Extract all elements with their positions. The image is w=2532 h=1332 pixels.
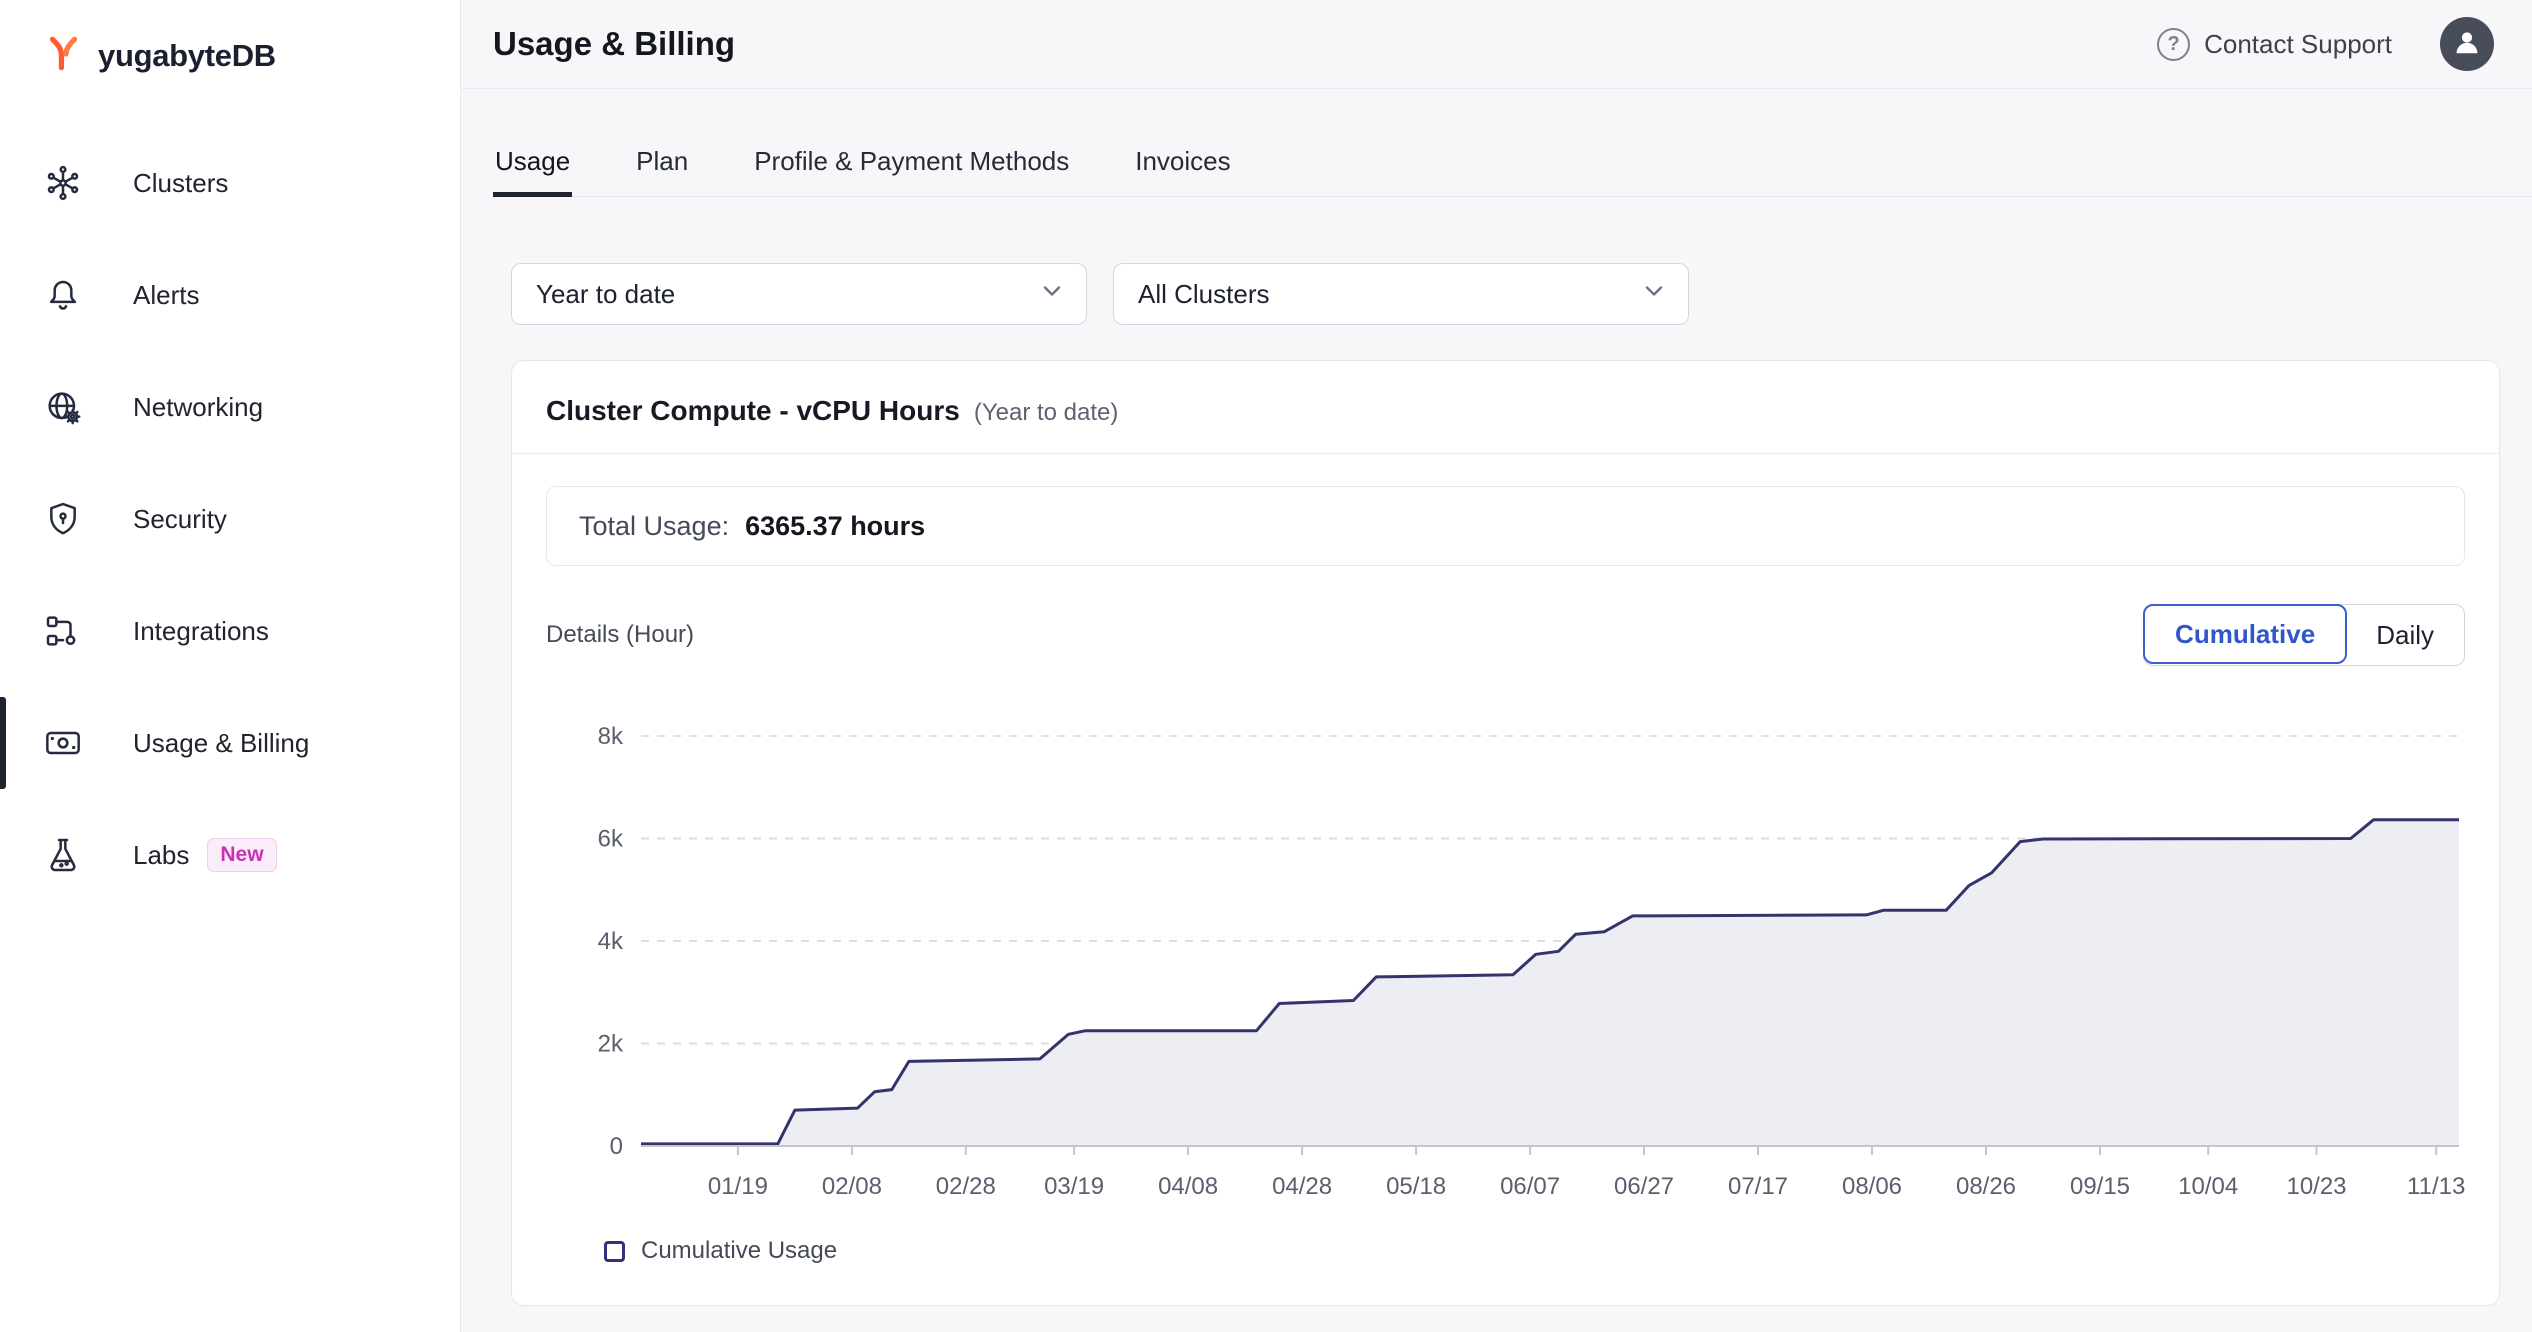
- clusters-icon: [43, 163, 83, 203]
- usage-card: Cluster Compute - vCPU Hours (Year to da…: [511, 360, 2500, 1306]
- user-avatar[interactable]: [2440, 17, 2494, 71]
- svg-text:10/23: 10/23: [2286, 1173, 2346, 1200]
- chart-legend: Cumulative Usage: [546, 1237, 2465, 1265]
- sidebar-item-labs[interactable]: Labs New: [0, 799, 460, 911]
- daily-toggle-button[interactable]: Daily: [2346, 605, 2464, 665]
- sidebar-item-label: Networking: [133, 392, 263, 423]
- sidebar-item-label: Security: [133, 504, 227, 535]
- svg-text:02/28: 02/28: [936, 1173, 996, 1200]
- svg-text:07/17: 07/17: [1728, 1173, 1788, 1200]
- security-icon: [43, 499, 83, 539]
- svg-text:0: 0: [610, 1133, 623, 1160]
- svg-text:6k: 6k: [598, 826, 624, 853]
- date-range-select[interactable]: Year to date: [511, 263, 1087, 325]
- sidebar-item-label: Usage & Billing: [133, 728, 309, 759]
- sidebar-item-alerts[interactable]: Alerts: [0, 239, 460, 351]
- sidebar-item-label: Labs: [133, 840, 189, 871]
- date-range-value: Year to date: [536, 279, 675, 310]
- billing-tabs: Usage Plan Profile & Payment Methods Invoic…: [493, 126, 2532, 197]
- svg-text:08/06: 08/06: [1842, 1173, 1902, 1200]
- card-title: Cluster Compute - vCPU Hours: [546, 395, 960, 427]
- total-usage-label: Total Usage:: [579, 511, 729, 542]
- sidebar-item-label: Alerts: [133, 280, 199, 311]
- svg-text:06/27: 06/27: [1614, 1173, 1674, 1200]
- svg-text:08/26: 08/26: [1956, 1173, 2016, 1200]
- svg-text:8k: 8k: [598, 723, 624, 750]
- svg-text:09/15: 09/15: [2070, 1173, 2130, 1200]
- chevron-down-icon: [1640, 277, 1668, 312]
- labs-icon: [43, 835, 83, 875]
- sidebar-item-integrations[interactable]: Integrations: [0, 575, 460, 687]
- chevron-down-icon: [1038, 277, 1066, 312]
- alerts-icon: [43, 275, 83, 315]
- cumulative-toggle-button[interactable]: Cumulative: [2143, 604, 2347, 664]
- help-icon: ?: [2157, 28, 2190, 61]
- svg-text:4k: 4k: [598, 928, 624, 955]
- legend-label: Cumulative Usage: [641, 1237, 837, 1265]
- yugabyte-logo-icon: [42, 33, 84, 80]
- user-icon: [2449, 24, 2485, 65]
- integrations-icon: [43, 611, 83, 651]
- svg-text:04/28: 04/28: [1272, 1173, 1332, 1200]
- top-header: Usage & Billing ? Contact Support: [461, 0, 2532, 89]
- card-subtitle: (Year to date): [974, 399, 1119, 427]
- sidebar-item-label: Integrations: [133, 616, 269, 647]
- sidebar-item-usage-billing[interactable]: Usage & Billing: [0, 687, 460, 799]
- svg-text:05/18: 05/18: [1386, 1173, 1446, 1200]
- sidebar-item-security[interactable]: Security: [0, 463, 460, 575]
- new-badge: New: [207, 838, 276, 872]
- networking-icon: [43, 387, 83, 427]
- contact-support-label: Contact Support: [2204, 29, 2392, 60]
- legend-checkbox[interactable]: [604, 1241, 625, 1262]
- sidebar-item-clusters[interactable]: Clusters: [0, 127, 460, 239]
- usage-billing-icon: [43, 723, 83, 763]
- details-label: Details (Hour): [546, 621, 694, 649]
- tab-invoices[interactable]: Invoices: [1133, 126, 1232, 196]
- svg-text:03/19: 03/19: [1044, 1173, 1104, 1200]
- total-usage-box: Total Usage: 6365.37 hours: [546, 486, 2465, 566]
- tab-profile-payment-methods[interactable]: Profile & Payment Methods: [752, 126, 1071, 196]
- svg-text:06/07: 06/07: [1500, 1173, 1560, 1200]
- view-toggle: CumulativeDaily: [2143, 604, 2465, 666]
- sidebar-item-networking[interactable]: Networking: [0, 351, 460, 463]
- sidebar-nav: Clusters Alerts Networking Security Integrat…: [0, 127, 460, 911]
- total-usage-value: 6365.37 hours: [745, 511, 925, 542]
- page-title: Usage & Billing: [493, 25, 735, 63]
- svg-text:10/04: 10/04: [2178, 1173, 2238, 1200]
- brand-logo: yugabyteDB: [0, 0, 460, 82]
- cumulative-usage-area-chart: 0 2k 4k 6k 8k 01/19 02/08 02/28 03/19 04/08 04/28 0…: [546, 706, 2467, 1226]
- svg-text:11/13: 11/13: [2407, 1173, 2465, 1200]
- sidebar-item-label: Clusters: [133, 168, 228, 199]
- svg-text:02/08: 02/08: [822, 1173, 882, 1200]
- cluster-select-value: All Clusters: [1138, 279, 1269, 310]
- filter-bar: Year to date All Clusters: [511, 263, 2500, 325]
- svg-text:04/08: 04/08: [1158, 1173, 1218, 1200]
- svg-text:2k: 2k: [598, 1031, 624, 1058]
- sidebar: yugabyteDB Clusters Alerts Networking Secur…: [0, 0, 461, 1332]
- svg-text:01/19: 01/19: [708, 1173, 768, 1200]
- cluster-select[interactable]: All Clusters: [1113, 263, 1689, 325]
- usage-chart: 0 2k 4k 6k 8k 01/19 02/08 02/28 03/19 04/08 04/28 0…: [546, 706, 2465, 1231]
- brand-name: yugabyteDB: [98, 38, 276, 74]
- tab-usage[interactable]: Usage: [493, 126, 572, 196]
- contact-support-button[interactable]: ? Contact Support: [2157, 28, 2392, 61]
- tab-plan[interactable]: Plan: [634, 126, 690, 196]
